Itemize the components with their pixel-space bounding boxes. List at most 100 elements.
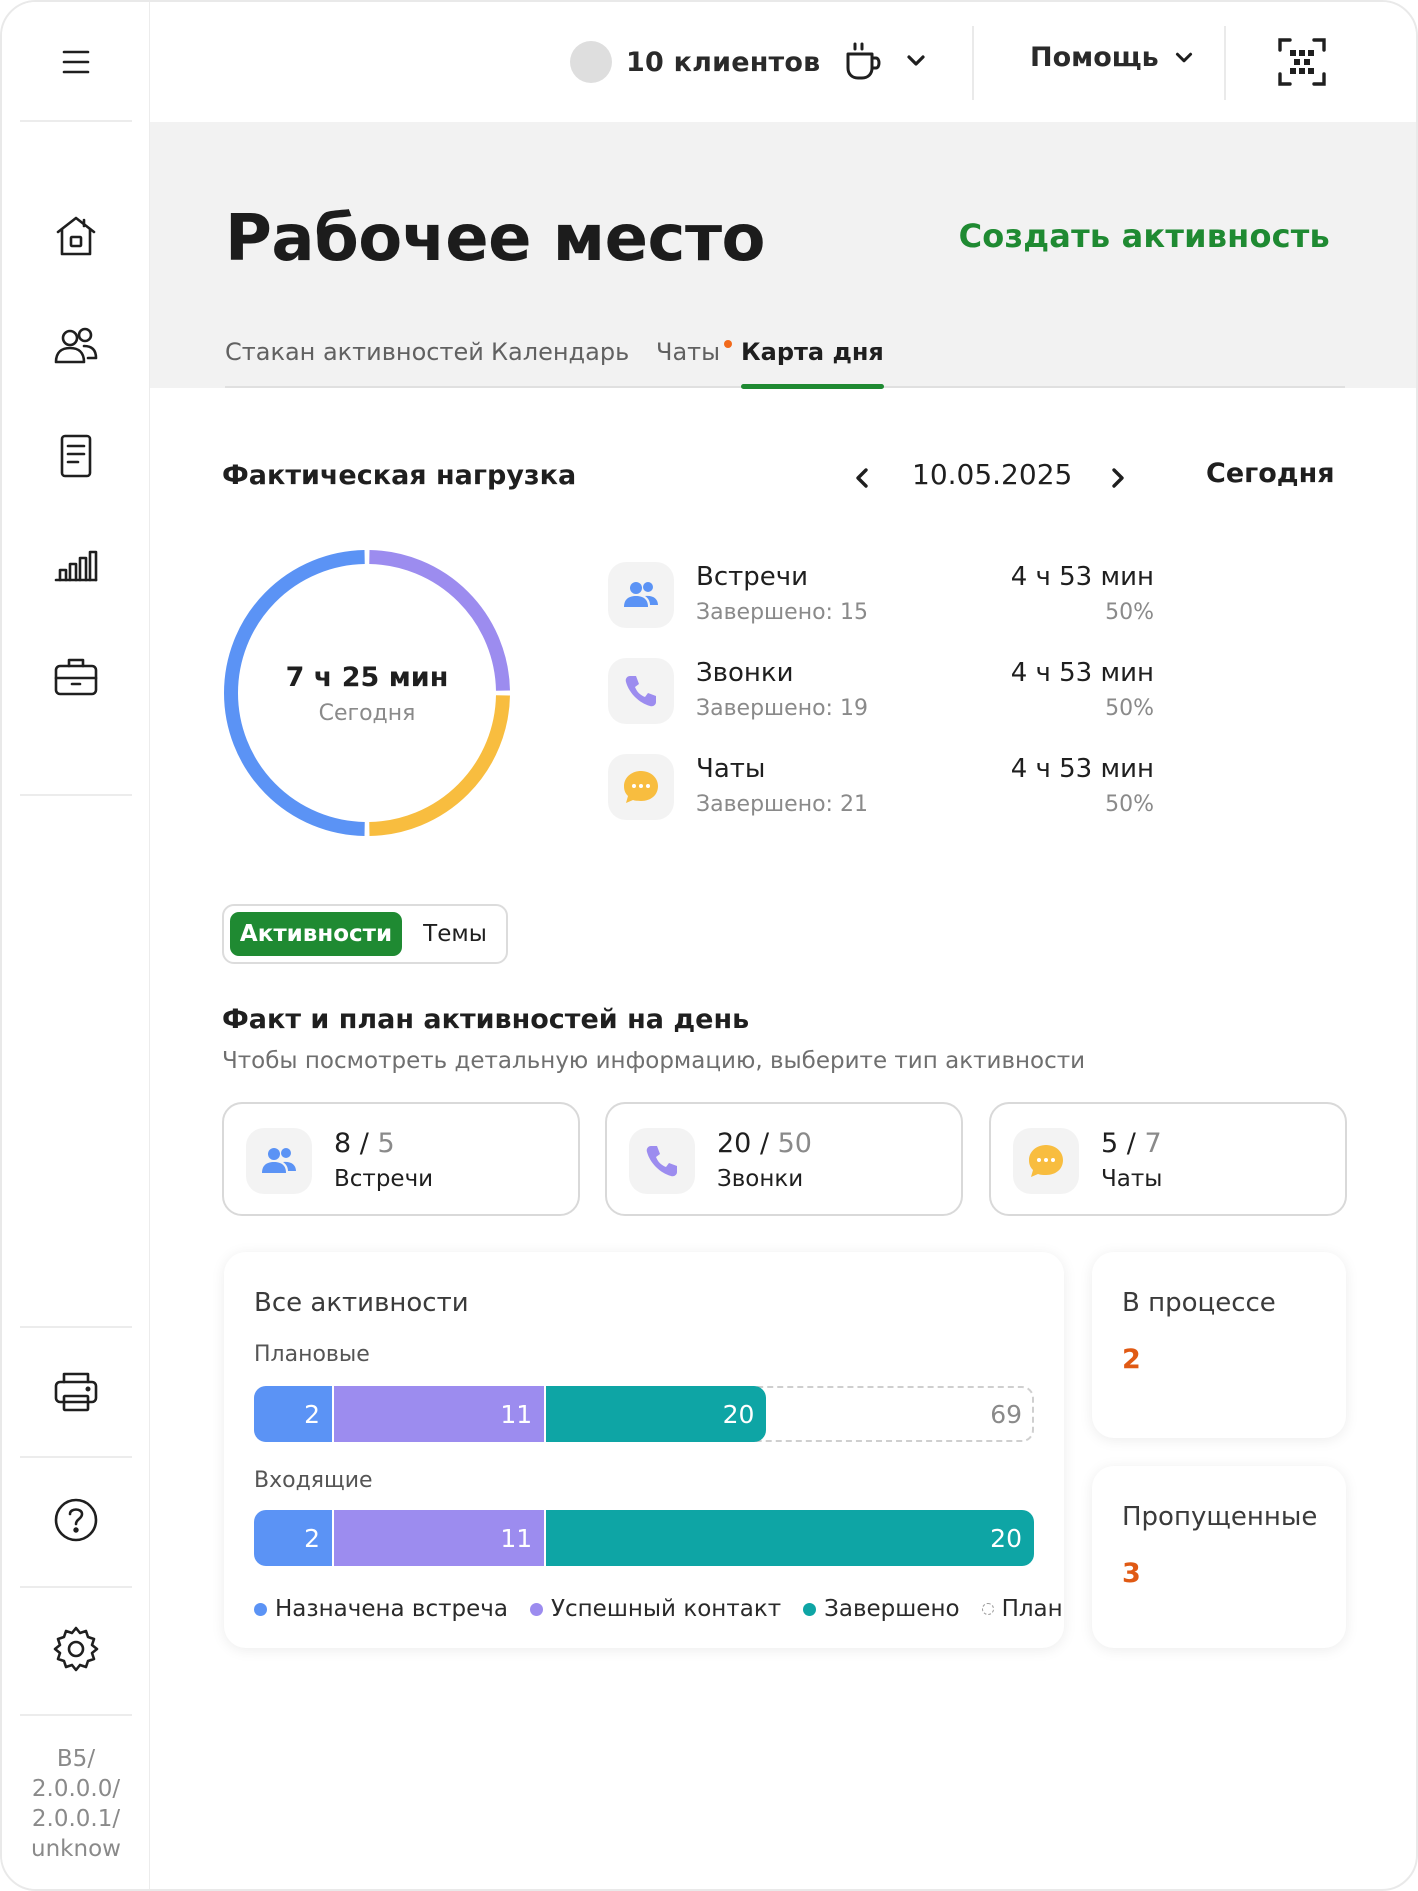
missed-panel[interactable]: Пропущенные 3: [1092, 1466, 1346, 1648]
version-line: 2.0.0.1/: [31, 1806, 121, 1832]
fact-value: 8: [334, 1128, 352, 1159]
total-caption: Сегодня: [318, 701, 416, 726]
settings-button[interactable]: [36, 1609, 116, 1689]
factplan-count: 20 / 50: [717, 1128, 812, 1159]
create-activity-link[interactable]: Создать активность: [959, 217, 1330, 255]
bar-plan-value: 69: [990, 1399, 1022, 1429]
activity-name: Встречи: [696, 562, 809, 592]
icon-tile: [246, 1128, 312, 1194]
section-title-factplan: Факт и план активностей на день: [222, 1004, 750, 1035]
activity-percent: 50%: [1105, 792, 1154, 817]
tab-day-map[interactable]: Карта дня: [741, 338, 884, 389]
sidebar-item-briefcase[interactable]: [36, 636, 116, 716]
version-line: unknow: [31, 1836, 121, 1862]
stacked-bar-planned: 69 2 11 20: [254, 1386, 1034, 1442]
chevron-down-icon: [1175, 52, 1192, 62]
factplan-label: Чаты: [1101, 1166, 1163, 1192]
bar-label-incoming: Входящие: [254, 1468, 373, 1493]
home-icon: [56, 216, 96, 256]
coffee-cup-icon: [846, 42, 881, 80]
section-title-load: Фактическая нагрузка: [222, 460, 577, 491]
missed-count: 3: [1122, 1558, 1141, 1589]
version-line: B5/: [56, 1746, 96, 1772]
plan-value: 5: [377, 1128, 395, 1159]
tab-label: Чаты: [656, 338, 721, 366]
tab-calendar[interactable]: Календарь: [491, 338, 629, 386]
plan-value: 7: [1144, 1128, 1162, 1159]
panel-title: В процессе: [1122, 1288, 1276, 1318]
today-button[interactable]: Сегодня: [1206, 458, 1335, 489]
chat-bubble-icon: [624, 771, 658, 803]
activity-name: Звонки: [696, 658, 794, 688]
legend-marker: [254, 1602, 267, 1616]
activity-completed: Завершено: 21: [696, 792, 868, 817]
sidebar-item-documents[interactable]: [36, 416, 116, 496]
panel-title: Все активности: [254, 1288, 469, 1318]
active-tab-indicator: [741, 384, 884, 389]
chevron-right-icon: [1112, 468, 1124, 488]
sidebar-divider: [20, 794, 132, 796]
bar-label-planned: Плановые: [254, 1342, 370, 1367]
sidebar-item-home[interactable]: [36, 196, 116, 276]
print-button[interactable]: [36, 1352, 116, 1432]
help-label: Помощь: [1030, 42, 1159, 73]
next-date-button[interactable]: [1100, 460, 1136, 496]
sidebar-item-analytics[interactable]: [36, 526, 116, 606]
help-button[interactable]: [36, 1480, 116, 1560]
activity-duration: 4 ч 53 мин: [1010, 658, 1154, 688]
clients-counter[interactable]: 10 клиентов: [570, 40, 820, 84]
sidebar-divider: [20, 1586, 132, 1588]
factplan-card-chats[interactable]: 5 / 7 Чаты: [989, 1102, 1347, 1216]
topbar-divider: [1224, 26, 1226, 100]
fact-value: 5: [1101, 1128, 1119, 1159]
prev-date-button[interactable]: [844, 460, 880, 496]
tab-chats[interactable]: Чаты: [656, 338, 733, 386]
factplan-label: Звонки: [717, 1166, 804, 1192]
fact-value: 20: [717, 1128, 752, 1159]
donut-center: 7 ч 25 мин Сегодня: [222, 662, 512, 726]
icon-tile: [608, 562, 674, 628]
legend-marker: [529, 1602, 543, 1616]
help-icon: [54, 1498, 98, 1542]
qr-scan-icon[interactable]: [1276, 36, 1328, 88]
sidebar-divider: [20, 1326, 132, 1328]
stacked-bar-incoming: 2 11 20: [254, 1510, 1034, 1566]
analytics-icon: [54, 550, 98, 582]
sidebar-item-clients[interactable]: [36, 306, 116, 386]
printer-icon: [54, 1372, 98, 1412]
legend-item: Назначена встреча: [254, 1596, 508, 1622]
icon-tile: [1013, 1128, 1079, 1194]
toggle-topics[interactable]: Темы: [410, 912, 500, 956]
sidebar-divider: [20, 120, 132, 122]
briefcase-icon: [54, 658, 98, 696]
menu-button[interactable]: [36, 22, 116, 102]
clients-icon: [54, 327, 98, 364]
settings-icon: [53, 1626, 99, 1672]
all-activities-panel: Все активности Плановые 69 2 11 20 Входящие…: [224, 1252, 1064, 1648]
factplan-count: 5 / 7: [1101, 1128, 1162, 1159]
legend-item: Успешный контакт: [529, 1596, 781, 1622]
bar-segment-contact: 11: [332, 1386, 545, 1442]
version-line: 2.0.0.0/: [31, 1776, 121, 1802]
icon-tile: [608, 754, 674, 820]
factplan-card-calls[interactable]: 20 / 50 Звонки: [605, 1102, 963, 1216]
tab-activity-stack[interactable]: Стакан активностей: [225, 338, 484, 386]
factplan-card-meetings[interactable]: 8 / 5 Встречи: [222, 1102, 580, 1216]
activity-completed: Завершено: 19: [696, 696, 868, 721]
toggle-activities[interactable]: Активности: [230, 912, 402, 956]
activity-duration: 4 ч 53 мин: [1010, 562, 1154, 592]
in-progress-panel[interactable]: В процессе 2: [1092, 1252, 1346, 1438]
version-info: B5/ 2.0.0.0/ 2.0.0.1/ unknow: [2, 1744, 150, 1864]
section-subtitle: Чтобы посмотреть детальную информацию, в…: [222, 1048, 1086, 1074]
legend-label: План: [1001, 1596, 1063, 1622]
page-title: Рабочее место: [225, 202, 766, 276]
help-dropdown[interactable]: Помощь: [1030, 42, 1199, 73]
bar-segment-contact: 11: [332, 1510, 545, 1566]
load-row-calls: Звонки Завершено: 19 4 ч 53 мин 50%: [608, 658, 1168, 728]
top-bar: 10 клиентов Помощь: [150, 2, 1416, 122]
sidebar: B5/ 2.0.0.0/ 2.0.0.1/ unknow: [2, 2, 150, 1889]
status-dropdown[interactable]: [840, 38, 932, 84]
notification-dot: [724, 340, 733, 348]
legend-label: Назначена встреча: [275, 1596, 508, 1622]
chevron-left-icon: [856, 468, 868, 488]
